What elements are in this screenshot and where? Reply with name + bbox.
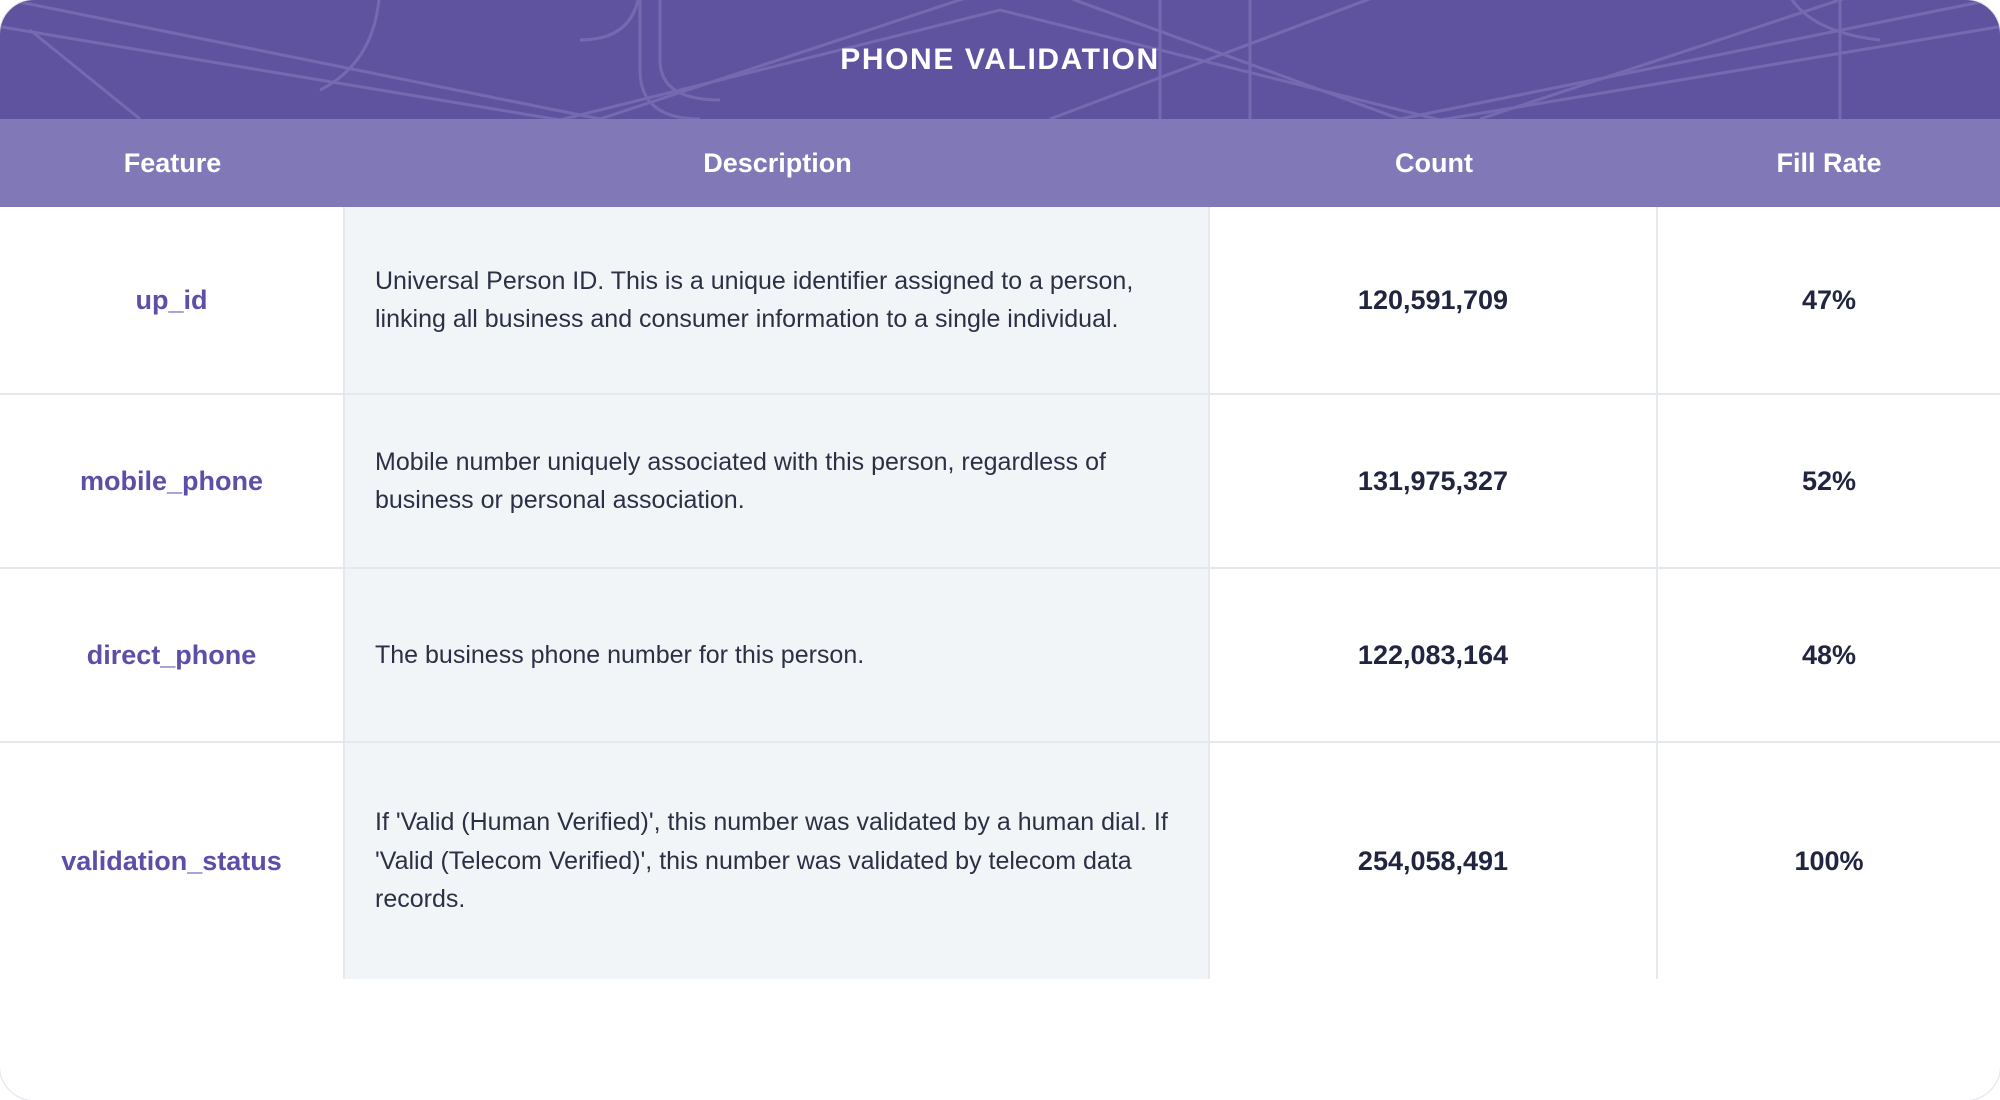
- cell-description: Mobile number uniquely associated with t…: [345, 395, 1210, 567]
- cell-count: 131,975,327: [1210, 395, 1658, 567]
- cell-fill-rate: 48%: [1658, 569, 2000, 741]
- cell-fill-rate: 52%: [1658, 395, 2000, 567]
- cell-fill-rate: 47%: [1658, 207, 2000, 393]
- phone-validation-table-card: PHONE VALIDATION Feature Description Cou…: [0, 0, 2000, 1100]
- cell-feature: up_id: [0, 207, 345, 393]
- column-header-description: Description: [703, 147, 852, 178]
- cell-feature: direct_phone: [0, 569, 345, 741]
- table-row: validation_status If 'Valid (Human Verif…: [0, 743, 2000, 979]
- cell-description: If 'Valid (Human Verified)', this number…: [345, 743, 1210, 979]
- table-row: mobile_phone Mobile number uniquely asso…: [0, 395, 2000, 569]
- page-title: PHONE VALIDATION: [840, 42, 1160, 76]
- cell-count: 254,058,491: [1210, 743, 1658, 979]
- cell-fill-rate: 100%: [1658, 743, 2000, 979]
- cell-count: 120,591,709: [1210, 207, 1658, 393]
- cell-feature: mobile_phone: [0, 395, 345, 567]
- cell-feature: validation_status: [0, 743, 345, 979]
- column-header-feature: Feature: [123, 147, 222, 178]
- table-row: up_id Universal Person ID. This is a uni…: [0, 207, 2000, 395]
- column-header-count: Count: [1395, 147, 1473, 178]
- table-row: direct_phone The business phone number f…: [0, 569, 2000, 743]
- table-column-header-row: Feature Description Count Fill Rate: [0, 119, 2000, 207]
- column-header-fill-rate: Fill Rate: [1776, 147, 1882, 178]
- cell-description: Universal Person ID. This is a unique id…: [345, 207, 1210, 393]
- cell-description: The business phone number for this perso…: [345, 569, 1210, 741]
- table-title-banner: PHONE VALIDATION: [0, 0, 2000, 119]
- cell-count: 122,083,164: [1210, 569, 1658, 741]
- table-body: up_id Universal Person ID. This is a uni…: [0, 207, 2000, 979]
